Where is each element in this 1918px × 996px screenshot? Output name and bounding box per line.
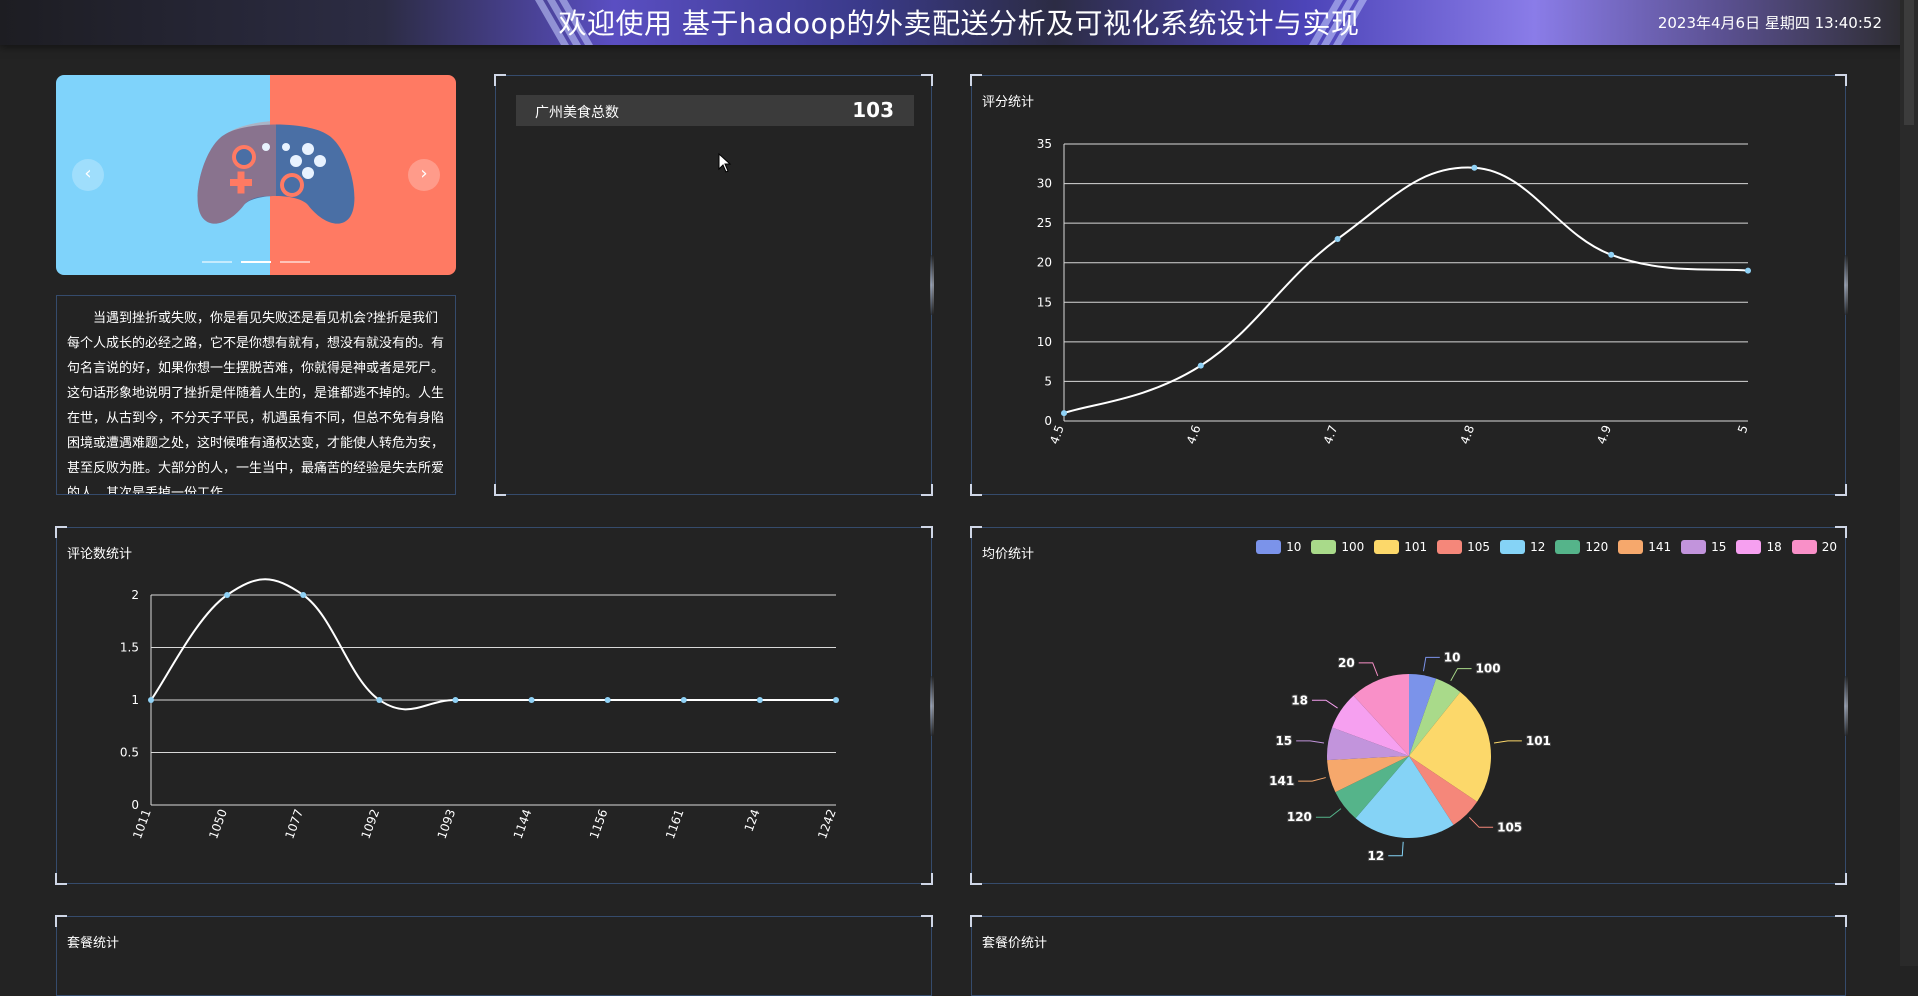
comments-x-tick-label: 1242: [815, 807, 839, 840]
pie-slice-label: 15: [1275, 734, 1292, 748]
mouse-cursor-icon: [718, 153, 732, 173]
rating-x-tick-label: 4.9: [1594, 423, 1614, 446]
datetime-display: 2023年4月6日 星期四 13:40:52: [1657, 14, 1882, 32]
comments-x-tick-label: 1077: [282, 807, 306, 840]
total-panel: 广州美食总数 103: [494, 74, 934, 496]
comments-chart-panel: 评论数统计 0 0.5 1 1.5 2 1011 1050 1077 1092 1093 1144 1…: [55, 526, 934, 885]
package-chart-panel: 套餐统计: [55, 915, 933, 996]
carousel-indicator[interactable]: [241, 261, 271, 263]
rating-data-point: [1471, 164, 1478, 171]
total-count-bar: 广州美食总数 103: [516, 95, 914, 126]
pie-slice-label: 100: [1476, 662, 1501, 676]
rating-series-line: [1063, 166, 1749, 415]
intro-text: 当遇到挫折或失败，你是看见失败还是看见机会?挫折是我们每个人成长的必经之路，它不…: [67, 311, 445, 495]
comments-y-tick-label: 1.5: [120, 641, 139, 655]
rating-chart-panel: 评分统计 0 5 10 15 20 25 30 35 4.5 4.6 4.7 4.8 4.9 5: [970, 74, 1848, 496]
comments-data-point: [833, 697, 839, 703]
comments-x-tick-label: 1156: [587, 807, 611, 840]
page-header: 欢迎使用 基于hadoop的外卖配送分析及可视化系统设计与实现 2023年4月6…: [0, 0, 1918, 45]
rating-x-tick-label: 5: [1735, 423, 1751, 435]
comments-data-point: [680, 697, 687, 703]
comments-data-point: [604, 697, 611, 703]
carousel-indicator[interactable]: [202, 261, 232, 263]
comments-data-point: [376, 697, 383, 703]
price-chart-panel: 均价统计 10 100 101 105 12 120 141 15 18 20 10 100 101 1…: [970, 526, 1848, 885]
pie-slice-label: 141: [1269, 774, 1294, 788]
pie-label-line: [1315, 808, 1342, 818]
gamepad-icon: [197, 121, 355, 224]
carousel-prev-button[interactable]: ‹: [72, 159, 104, 191]
scrollbar-thumb[interactable]: [1904, 0, 1914, 125]
rating-y-tick-label: 0: [1044, 414, 1052, 428]
comments-series-line: [150, 578, 836, 711]
package-price-chart-title: 套餐价统计: [982, 936, 1048, 951]
comments-y-tick-label: 2: [131, 588, 139, 602]
carousel-indicator[interactable]: [280, 261, 310, 263]
comments-y-tick-label: 0.5: [120, 746, 139, 760]
comments-line-chart: 0 0.5 1 1.5 2 1011 1050 1077 1092 1093 1144 1156 116…: [120, 578, 839, 841]
comments-x-tick-label: 1050: [206, 807, 230, 840]
comments-x-tick-label: 1093: [435, 807, 459, 840]
rating-y-tick-label: 25: [1037, 216, 1052, 230]
comments-data-point: [300, 592, 307, 598]
comments-x-tick-label: 124: [742, 807, 763, 833]
rating-y-tick-label: 5: [1044, 374, 1052, 388]
comments-data-point: [756, 697, 763, 703]
pie-slice-label: 101: [1526, 734, 1551, 748]
pie-label-line: [1311, 699, 1338, 709]
pie-slice-label: 12: [1368, 849, 1385, 863]
package-price-chart-panel: 套餐价统计: [970, 915, 1847, 996]
intro-text-panel: 当遇到挫折或失败，你是看见失败还是看见机会?挫折是我们每个人成长的必经之路，它不…: [56, 295, 456, 495]
rating-y-tick-label: 15: [1037, 295, 1052, 309]
pie-slice-label: 20: [1338, 656, 1355, 670]
carousel-next-button[interactable]: ›: [408, 159, 440, 191]
comments-x-tick-label: 1011: [130, 807, 154, 840]
rating-y-tick-label: 20: [1037, 256, 1052, 270]
comments-data-point: [148, 697, 154, 703]
comments-data-point: [528, 697, 535, 703]
rating-y-tick-label: 10: [1037, 335, 1052, 349]
rating-x-tick-label: 4.7: [1321, 423, 1341, 446]
rating-line-chart: 051015202530354.5 4.6 4.7 4.8 4.9 5: [1037, 137, 1751, 446]
image-carousel[interactable]: ‹ ›: [56, 75, 456, 275]
pie-label-line: [1493, 740, 1522, 744]
comments-x-tick-label: 1144: [511, 807, 535, 840]
comments-y-tick-label: 1: [131, 693, 139, 707]
rating-data-point: [1608, 251, 1615, 258]
price-pie-chart: 10 100 101 105 12 120 141 15 18 20: [1268, 649, 1552, 863]
pie-label-line: [1358, 662, 1379, 677]
rating-data-point: [1197, 362, 1204, 369]
pie-slice-label: 105: [1497, 820, 1522, 834]
comments-y-tick-label: 0: [131, 798, 139, 812]
pie-slice-label: 120: [1287, 810, 1312, 824]
pie-slice-label: 18: [1291, 693, 1308, 707]
rating-data-point: [1061, 410, 1067, 417]
rating-data-point: [1334, 235, 1341, 242]
pie-label-line: [1450, 668, 1472, 682]
rating-x-tick-label: 4.6: [1184, 423, 1204, 446]
pie-label-line: [1298, 777, 1326, 782]
rating-y-tick-label: 35: [1037, 137, 1052, 151]
pie-label-line: [1296, 740, 1325, 744]
comments-data-point: [452, 697, 459, 703]
page-scrollbar[interactable]: [1900, 0, 1918, 966]
rating-y-tick-label: 30: [1037, 177, 1052, 191]
rating-x-tick-label: 4.8: [1458, 423, 1478, 446]
pie-label-line: [1468, 816, 1494, 828]
package-chart-title: 套餐统计: [67, 936, 120, 951]
comments-x-tick-label: 1161: [663, 807, 687, 840]
comments-data-point: [224, 592, 231, 598]
page-title: 欢迎使用 基于hadoop的外卖配送分析及可视化系统设计与实现: [558, 7, 1360, 40]
total-value: 103: [852, 98, 894, 122]
rating-data-point: [1745, 267, 1751, 274]
pie-label-line: [1388, 841, 1404, 857]
pie-slice-label: 10: [1444, 650, 1461, 664]
comments-x-tick-label: 1092: [359, 807, 383, 840]
total-label: 广州美食总数: [535, 105, 619, 121]
pie-label-line: [1422, 656, 1440, 672]
